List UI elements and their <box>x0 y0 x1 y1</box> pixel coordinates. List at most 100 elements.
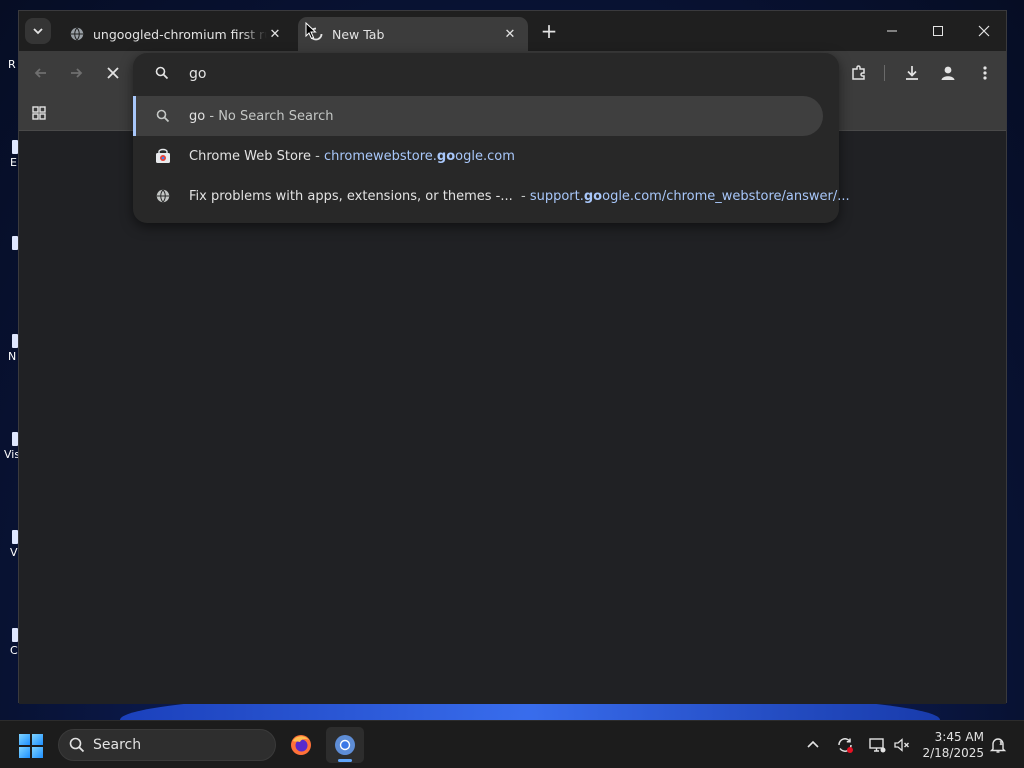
mouse-cursor-icon <box>305 22 317 40</box>
tab-title: ungoogled-chromium first run page <box>93 26 267 42</box>
desktop-icon-label: Vis <box>4 448 21 461</box>
tab-strip: ungoogled-chromium first run page ✕ New … <box>19 11 1006 51</box>
notification-bell-icon <box>989 738 1007 753</box>
close-icon[interactable]: ✕ <box>502 26 518 42</box>
extensions-button[interactable] <box>845 59 873 87</box>
clock-date: 2/18/2025 <box>922 746 984 760</box>
desktop-icon-label: C <box>10 644 18 657</box>
minimize-button[interactable] <box>869 11 915 51</box>
browser-window: ungoogled-chromium first run page ✕ New … <box>18 10 1007 704</box>
windows-logo-icon <box>19 734 43 758</box>
tab-search-button[interactable] <box>25 18 51 44</box>
stop-loading-button[interactable] <box>99 59 127 87</box>
taskbar-search-box[interactable]: Search <box>58 729 276 761</box>
suggestion-primary: Chrome Web Store <box>189 148 311 164</box>
toolbar-divider <box>884 65 885 81</box>
suggestion-separator: - <box>512 188 530 204</box>
apps-button[interactable] <box>25 99 53 127</box>
close-icon[interactable]: ✕ <box>267 26 283 42</box>
suggestion-primary: go <box>189 108 206 124</box>
globe-icon <box>69 26 85 42</box>
back-button[interactable] <box>27 59 55 87</box>
clock-time: 3:45 AM <box>934 730 984 744</box>
tab-title: New Tab <box>332 26 385 42</box>
person-icon <box>941 66 955 80</box>
tab-first-run[interactable]: ungoogled-chromium first run page ✕ <box>59 17 293 51</box>
arrow-right-icon <box>71 68 83 78</box>
desktop-icon-label: V <box>10 546 18 559</box>
desktop-icon-label: N <box>8 350 17 363</box>
tray-network-button[interactable] <box>865 733 889 757</box>
chevron-down-icon <box>33 28 43 35</box>
active-app-indicator <box>338 759 352 762</box>
maximize-icon <box>933 26 943 36</box>
downloads-button[interactable] <box>898 59 926 87</box>
network-icon <box>869 738 886 753</box>
suggestion-url: support.google.com/chrome_webstore/answe… <box>530 189 850 204</box>
omnibox-suggestion-chrome-web-store[interactable]: Chrome Web Store - chromewebstore.google… <box>133 136 823 176</box>
desktop-icon-6[interactable]: V <box>0 530 18 559</box>
address-bar-input[interactable] <box>189 63 789 85</box>
desktop-icon-1[interactable]: R <box>0 58 18 71</box>
desktop-icon-4[interactable]: N <box>0 334 18 363</box>
desktop-icon-2[interactable]: E <box>0 140 18 169</box>
search-icon <box>155 108 171 124</box>
omnibox-suggestion-search[interactable]: go - No Search Search <box>133 96 823 136</box>
omnibox-input-row <box>133 53 839 95</box>
url-match: go <box>436 148 456 164</box>
more-vertical-icon <box>983 66 987 80</box>
globe-icon <box>155 188 171 204</box>
plus-icon: + <box>540 19 558 43</box>
sync-icon <box>838 738 853 753</box>
suggestion-separator: - <box>205 108 219 124</box>
suggestion-text: Chrome Web Store - chromewebstore.google… <box>189 149 515 164</box>
tray-overflow-button[interactable] <box>801 733 825 757</box>
profile-button[interactable] <box>934 59 962 87</box>
tray-volume-button[interactable] <box>890 733 914 757</box>
taskbar-clock[interactable]: 3:45 AM 2/18/2025 <box>918 729 984 761</box>
notification-center-button[interactable] <box>986 733 1010 757</box>
chromium-icon <box>335 735 355 755</box>
desktop-icon-7[interactable]: C <box>0 628 18 657</box>
start-button[interactable] <box>18 733 44 759</box>
suggestion-secondary: No Search Search <box>218 108 334 124</box>
search-icon <box>69 737 85 753</box>
url-match: go <box>583 188 603 204</box>
tab-new-tab[interactable]: New Tab ✕ <box>298 17 528 51</box>
forward-button[interactable] <box>62 59 90 87</box>
chrome-web-store-icon <box>155 148 171 164</box>
menu-button[interactable] <box>971 59 999 87</box>
tray-sync-icon-button[interactable] <box>833 733 857 757</box>
close-icon <box>107 67 119 79</box>
arrow-left-icon <box>34 68 46 78</box>
suggestion-url: chromewebstore.google.com <box>324 149 515 164</box>
minimize-icon <box>887 30 897 32</box>
taskbar-app-firefox[interactable] <box>282 727 320 763</box>
firefox-icon <box>291 735 311 755</box>
chevron-up-icon <box>807 740 819 748</box>
puzzle-icon <box>852 65 865 80</box>
maximize-button[interactable] <box>915 11 961 51</box>
url-part: ogle.com/chrome_webstore/answer/... <box>602 188 850 204</box>
taskbar-search-label: Search <box>93 737 142 753</box>
close-icon <box>978 25 990 37</box>
taskbar-app-chromium[interactable] <box>326 727 364 763</box>
omnibox-popup: go - No Search Search Chrome Web Store -… <box>133 53 850 223</box>
suggestion-separator: - <box>310 148 324 164</box>
omnibox-suggestion-support-page[interactable]: Fix problems with apps, extensions, or t… <box>133 176 850 216</box>
desktop-icon-label: R <box>8 58 16 71</box>
new-tab-button[interactable]: + <box>537 19 561 43</box>
speaker-muted-icon <box>894 738 909 752</box>
close-window-button[interactable] <box>961 11 1007 51</box>
url-part: chromewebstore. <box>323 148 437 164</box>
download-icon <box>906 66 918 80</box>
desktop-icon-5[interactable]: Vis <box>0 432 21 461</box>
url-part: ogle.com <box>455 148 515 164</box>
desktop-icon-label: E <box>10 156 17 169</box>
suggestion-text: go - No Search Search <box>189 109 333 124</box>
apps-grid-icon <box>32 106 46 120</box>
desktop-icon-3[interactable] <box>0 236 18 250</box>
suggestion-primary: Fix problems with apps, extensions, or t… <box>189 188 513 204</box>
search-icon <box>155 66 169 80</box>
url-part: support. <box>529 188 584 204</box>
